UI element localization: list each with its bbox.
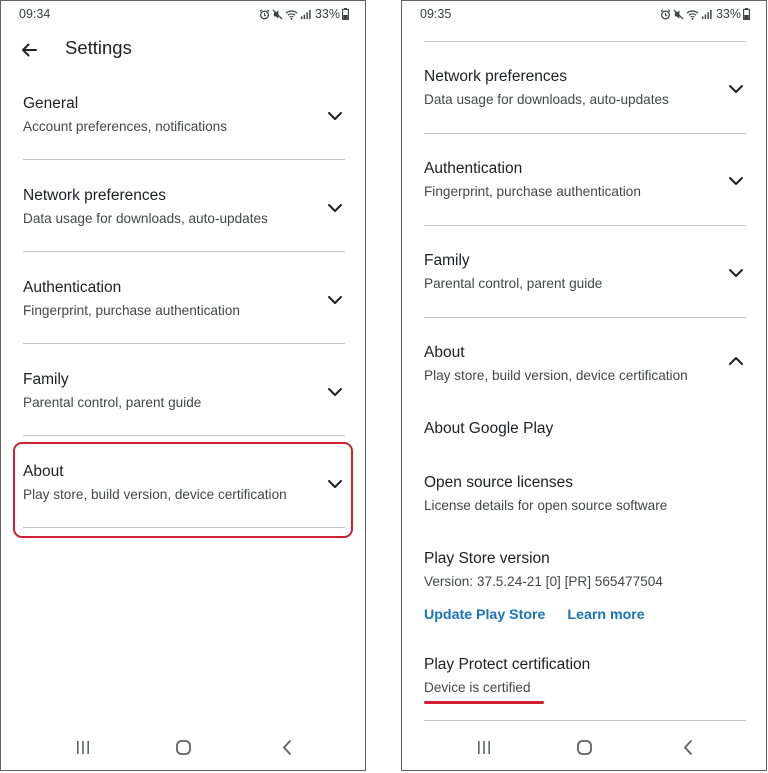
item-title: Network preferences: [23, 187, 167, 204]
item-subtitle: License details for open source software: [424, 498, 668, 513]
divider: [23, 435, 345, 436]
item-subtitle: Play store, build version, device certif…: [424, 368, 688, 383]
chevron-down-icon[interactable]: [728, 84, 744, 94]
settings-item-family[interactable]: Family Parental control, parent guide: [424, 251, 746, 293]
system-nav-bar: [1, 736, 365, 760]
battery-percent: 33%: [715, 7, 741, 21]
settings-item-family[interactable]: Family Parental control, parent guide: [23, 370, 345, 412]
item-subtitle: Account preferences, notifications: [23, 119, 228, 134]
status-icons: 33%: [259, 7, 349, 21]
item-subtitle: Version: 37.5.24-21 [0] [PR] 565477504: [424, 574, 663, 589]
item-title: About Google Play: [424, 420, 554, 437]
divider: [424, 317, 746, 318]
item-title: General: [23, 95, 79, 112]
item-subtitle: Fingerprint, purchase authentication: [424, 184, 641, 199]
settings-item-about-expanded[interactable]: About Play store, build version, device …: [424, 343, 746, 385]
status-icons: 33%: [660, 7, 750, 21]
item-title: About: [424, 344, 465, 361]
divider: [424, 720, 746, 721]
divider: [424, 133, 746, 134]
chevron-up-icon[interactable]: [728, 356, 744, 366]
status-time: 09:35: [420, 7, 452, 21]
battery-icon: [342, 8, 349, 20]
settings-item-authentication[interactable]: Authentication Fingerprint, purchase aut…: [424, 159, 746, 201]
highlight-box: [13, 442, 353, 538]
learn-more-link[interactable]: Learn more: [567, 607, 644, 623]
right-screen: 09:35 33% Network preferences Data usage…: [401, 0, 767, 771]
item-title: Family: [424, 252, 470, 269]
divider: [23, 343, 345, 344]
mute-icon: [272, 8, 283, 20]
item-subtitle: Data usage for downloads, auto-updates: [23, 211, 268, 226]
status-bar: 09:34 33%: [19, 7, 349, 23]
chevron-down-icon[interactable]: [327, 203, 343, 213]
app-bar: Settings: [1, 37, 365, 63]
signal-icon: [300, 9, 311, 19]
battery-icon: [743, 8, 750, 20]
chevron-down-icon[interactable]: [728, 268, 744, 278]
nav-back-icon[interactable]: [281, 739, 293, 756]
recents-icon[interactable]: [476, 740, 492, 755]
item-title: Network preferences: [424, 68, 568, 85]
status-bar: 09:35 33%: [420, 7, 750, 23]
wifi-icon: [686, 9, 699, 20]
home-icon[interactable]: [175, 739, 192, 756]
home-icon[interactable]: [576, 739, 593, 756]
version-links: Update Play Store Learn more: [424, 607, 645, 623]
chevron-down-icon[interactable]: [728, 176, 744, 186]
item-subtitle: Parental control, parent guide: [424, 276, 603, 291]
about-google-play-item[interactable]: About Google Play: [424, 419, 746, 439]
back-arrow-icon[interactable]: [19, 40, 39, 60]
signal-icon: [701, 9, 712, 19]
update-play-store-link[interactable]: Update Play Store: [424, 607, 545, 623]
recents-icon[interactable]: [75, 740, 91, 755]
alarm-icon: [259, 8, 270, 19]
left-screen: 09:34 33% Settings General Account prefe…: [0, 0, 366, 771]
item-subtitle: Data usage for downloads, auto-updates: [424, 92, 669, 107]
item-title: Open source licenses: [424, 474, 574, 491]
highlight-underline: [424, 701, 544, 704]
item-subtitle: Fingerprint, purchase authentication: [23, 303, 240, 318]
chevron-down-icon[interactable]: [327, 111, 343, 121]
settings-item-general[interactable]: General Account preferences, notificatio…: [23, 94, 345, 136]
item-title: Authentication: [23, 279, 122, 296]
settings-item-network[interactable]: Network preferences Data usage for downl…: [424, 67, 746, 109]
chevron-down-icon[interactable]: [327, 387, 343, 397]
divider: [23, 159, 345, 160]
alarm-icon: [660, 8, 671, 19]
item-title: Authentication: [424, 160, 523, 177]
battery-percent: 33%: [314, 7, 340, 21]
settings-item-authentication[interactable]: Authentication Fingerprint, purchase aut…: [23, 278, 345, 320]
system-nav-bar: [402, 736, 766, 760]
chevron-down-icon[interactable]: [327, 295, 343, 305]
certification-status: Device is certified: [424, 680, 531, 695]
nav-back-icon[interactable]: [682, 739, 694, 756]
mute-icon: [673, 8, 684, 20]
play-protect-item: Play Protect certification Device is cer…: [424, 655, 746, 697]
wifi-icon: [285, 9, 298, 20]
status-time: 09:34: [19, 7, 51, 21]
item-title: Family: [23, 371, 69, 388]
item-subtitle: Parental control, parent guide: [23, 395, 202, 410]
page-title: Settings: [65, 37, 132, 58]
settings-item-network[interactable]: Network preferences Data usage for downl…: [23, 186, 345, 228]
item-title: Play Protect certification: [424, 656, 591, 673]
divider: [424, 225, 746, 226]
divider: [424, 41, 746, 42]
play-store-version-item: Play Store version Version: 37.5.24-21 […: [424, 549, 746, 591]
open-source-licenses-item[interactable]: Open source licenses License details for…: [424, 473, 746, 515]
divider: [23, 251, 345, 252]
item-title: Play Store version: [424, 550, 550, 567]
